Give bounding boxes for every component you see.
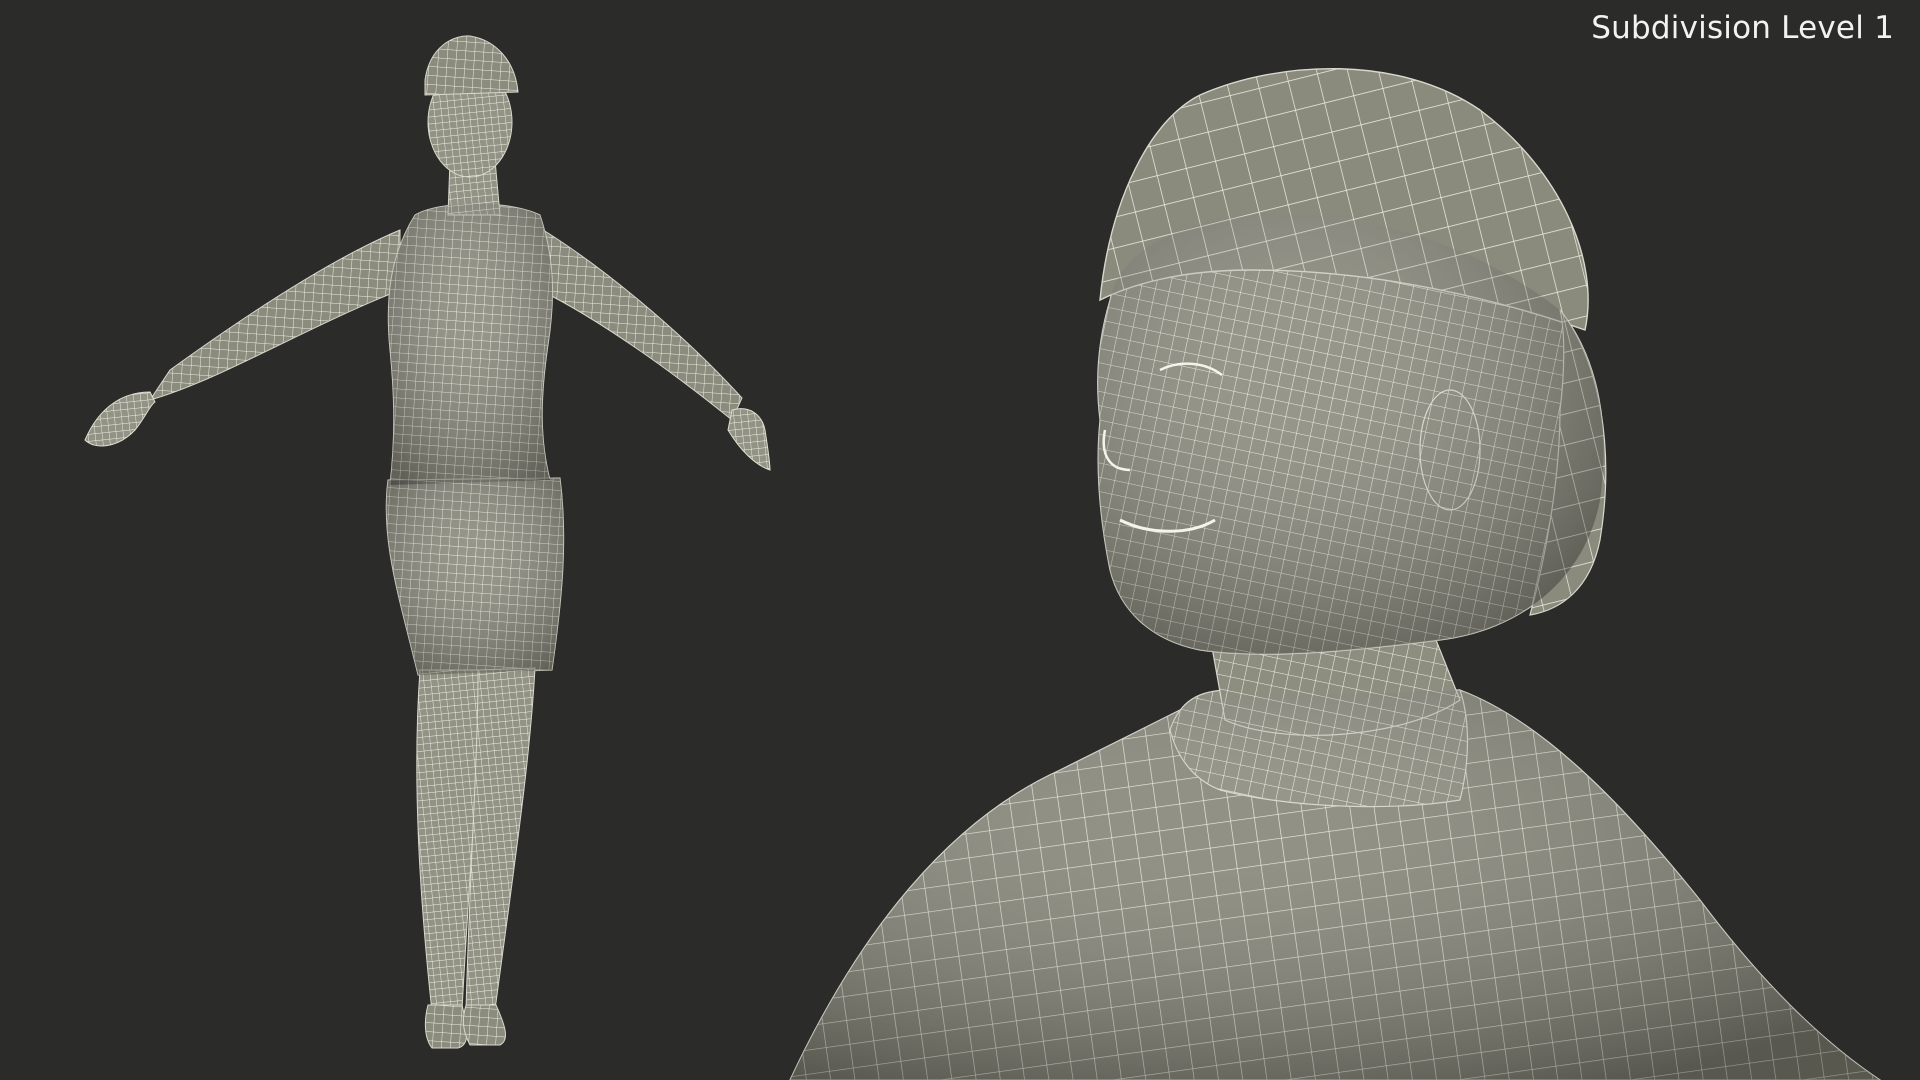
full-body-figure [84, 35, 771, 1049]
left-shoe [424, 1004, 468, 1049]
subdivision-level-label: Subdivision Level 1 [1591, 10, 1894, 46]
render-canvas [84, 35, 1882, 1080]
left-arm [148, 229, 401, 401]
left-hand [84, 391, 156, 447]
right-shoe [462, 1004, 507, 1046]
viewport: Subdivision Level 1 [0, 0, 1920, 1080]
right-arm [539, 227, 743, 421]
cap [424, 35, 519, 96]
right-hand [727, 408, 771, 471]
head-closeup-figure [789, 68, 1882, 1080]
